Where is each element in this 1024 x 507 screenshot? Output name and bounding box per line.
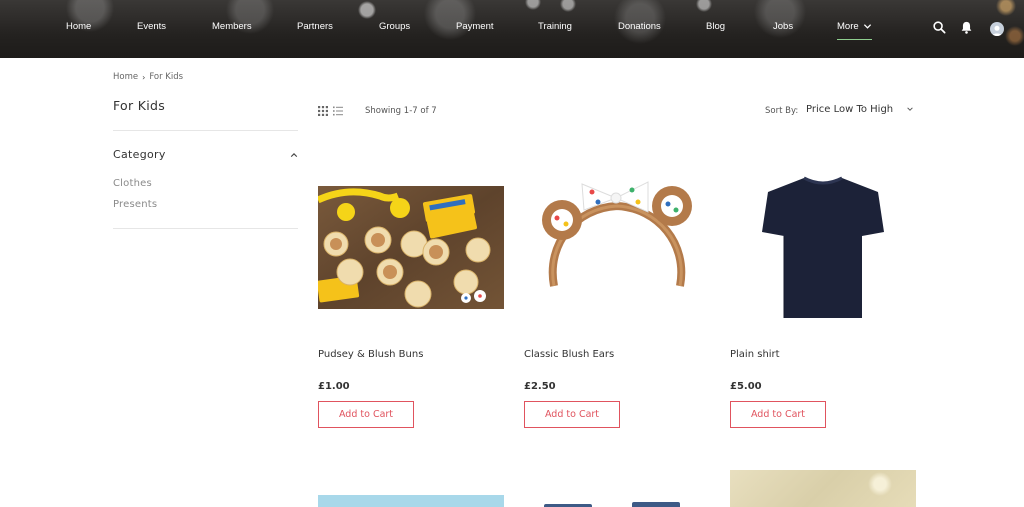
user-icon: [992, 25, 1002, 36]
category-link-clothes[interactable]: Clothes: [113, 178, 152, 189]
breadcrumb-separator: ›: [142, 72, 146, 82]
nav-events[interactable]: Events: [137, 21, 166, 32]
add-to-cart-button[interactable]: Add to Cart: [730, 401, 826, 428]
product-image[interactable]: [730, 172, 916, 324]
breadcrumb-current: For Kids: [149, 72, 184, 82]
product-card: Pudsey & Blush Buns £1.00 Add to Cart: [318, 0, 504, 507]
breadcrumb-home-link[interactable]: Home: [113, 72, 138, 82]
search-icon[interactable]: [932, 20, 947, 35]
bell-icon[interactable]: [959, 20, 974, 35]
product-card: Plain shirt £5.00 Add to Cart: [730, 0, 916, 507]
add-to-cart-button[interactable]: Add to Cart: [524, 401, 620, 428]
add-to-cart-button[interactable]: Add to Cart: [318, 401, 414, 428]
product-name[interactable]: Classic Blush Ears: [524, 349, 614, 360]
breadcrumb: Home › For Kids: [113, 72, 183, 82]
category-link-presents[interactable]: Presents: [113, 199, 157, 210]
chevron-up-icon: [290, 152, 298, 157]
category-filter-header[interactable]: Category: [113, 148, 298, 161]
product-name[interactable]: Plain shirt: [730, 349, 780, 360]
sidebar-divider: [113, 228, 298, 229]
product-price: £1.00: [318, 381, 350, 392]
product-price: £5.00: [730, 381, 762, 392]
product-photo-shirt: [730, 172, 916, 324]
category-title: Category: [113, 148, 166, 161]
nav-home[interactable]: Home: [66, 21, 91, 32]
sidebar-divider: [113, 130, 298, 131]
nav-members[interactable]: Members: [212, 21, 252, 32]
product-image[interactable]: [730, 470, 916, 507]
product-card: Classic Blush Ears £2.50 Add to Cart: [524, 0, 710, 507]
product-photo-jeans: [544, 502, 680, 507]
avatar[interactable]: [990, 22, 1004, 36]
product-photo-buns: [318, 186, 504, 309]
product-price: £2.50: [524, 381, 556, 392]
product-name[interactable]: Pudsey & Blush Buns: [318, 349, 423, 360]
product-image[interactable]: [524, 497, 710, 507]
product-image[interactable]: [318, 186, 504, 309]
product-photo-ears: [524, 176, 710, 324]
product-image[interactable]: [524, 176, 710, 324]
page-title: For Kids: [113, 98, 166, 113]
product-image[interactable]: [318, 495, 504, 507]
